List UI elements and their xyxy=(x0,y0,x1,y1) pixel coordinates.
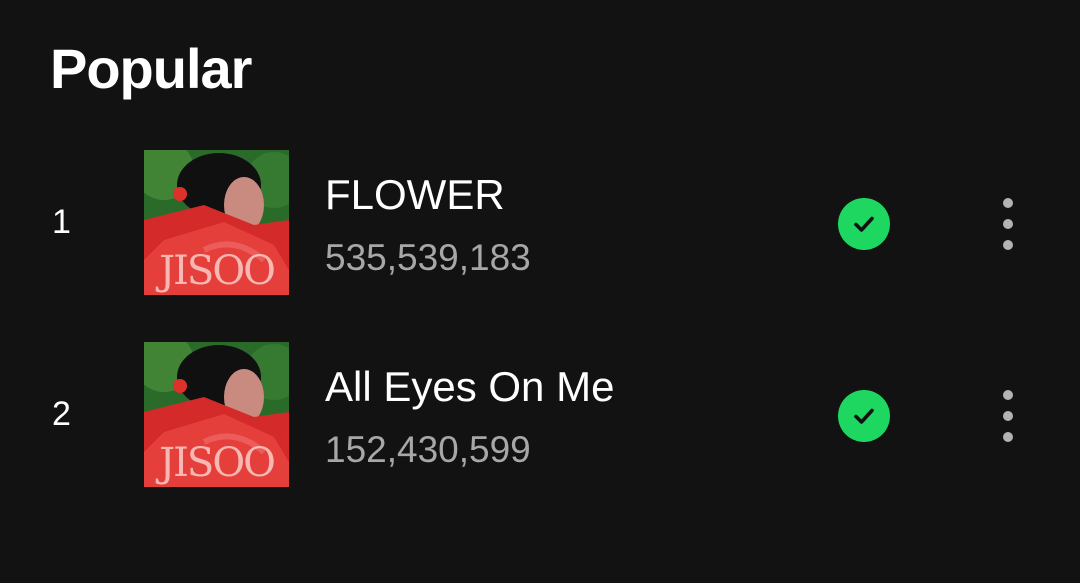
more-dot xyxy=(1003,390,1013,400)
track-row[interactable]: 2 JISOO All Eyes On Me 152,430,599 xyxy=(0,342,1080,488)
album-cover: JISOO xyxy=(144,342,289,487)
more-dot xyxy=(1003,198,1013,208)
track-play-count: 152,430,599 xyxy=(325,429,531,470)
album-cover-text: JISOO xyxy=(159,248,276,294)
album-cover-text: JISOO xyxy=(159,440,276,486)
album-cover: JISOO xyxy=(144,150,289,295)
more-options-icon[interactable] xyxy=(990,386,1026,446)
more-dot xyxy=(1003,411,1013,421)
section-title: Popular xyxy=(50,37,252,100)
downloaded-check-icon xyxy=(838,198,890,250)
more-dot xyxy=(1003,432,1013,442)
track-rank: 2 xyxy=(52,395,71,433)
track-title: All Eyes On Me xyxy=(325,363,615,410)
track-rank: 1 xyxy=(52,203,71,241)
track-title: FLOWER xyxy=(325,171,505,218)
track-row[interactable]: 1 JISOO FLOWER 535,539,183 xyxy=(0,150,1080,296)
more-options-icon[interactable] xyxy=(990,194,1026,254)
downloaded-check-icon xyxy=(838,390,890,442)
more-dot xyxy=(1003,240,1013,250)
track-play-count: 535,539,183 xyxy=(325,237,531,278)
more-dot xyxy=(1003,219,1013,229)
